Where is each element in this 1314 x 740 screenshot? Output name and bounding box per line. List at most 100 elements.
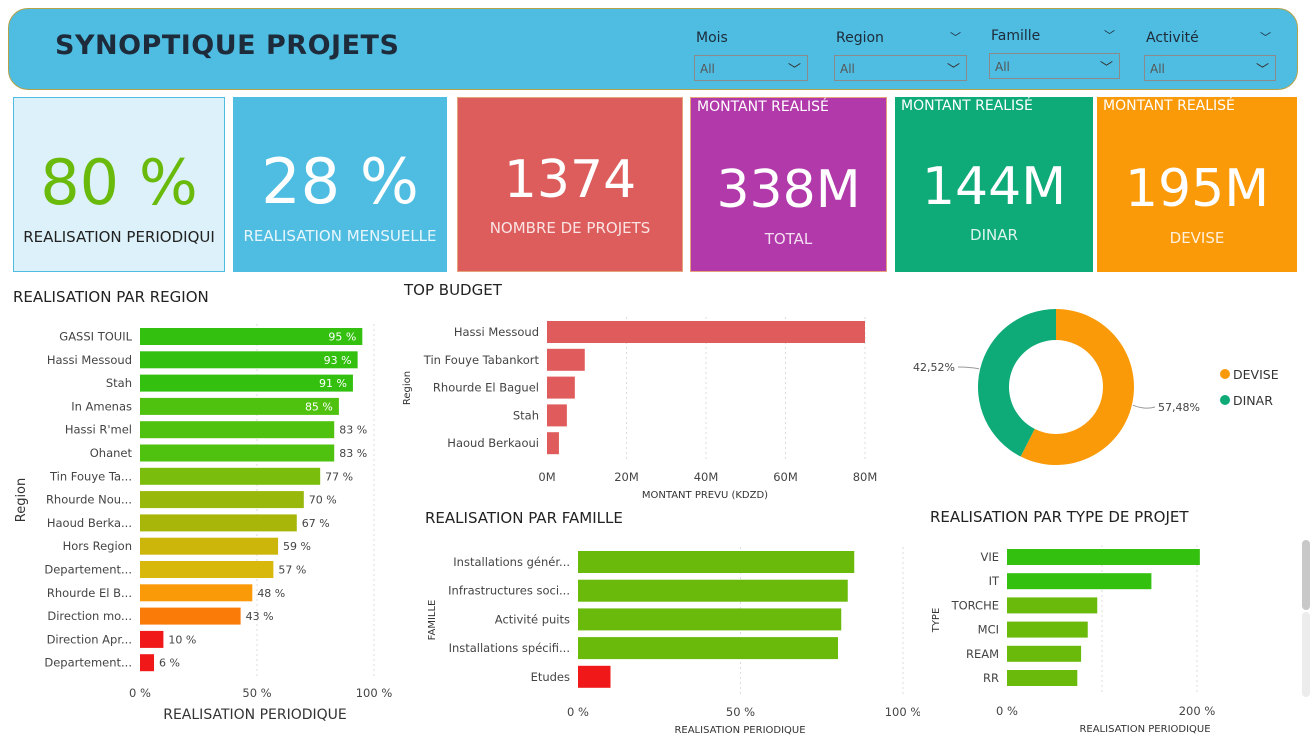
- slicer-famille-dropdown[interactable]: All ﹀: [989, 53, 1120, 79]
- bar: [578, 579, 848, 602]
- x-tick-label: 80M: [853, 470, 878, 484]
- bar: [1007, 670, 1078, 686]
- y-tick-label: Rhourde Nou...: [46, 493, 132, 507]
- card-montant-dinar: MONTANT REALISÉ 144M DINAR: [895, 97, 1093, 272]
- y-tick-label: Activité puits: [495, 612, 570, 626]
- y-tick-label: Haoud Berkaoui: [447, 436, 539, 450]
- bar: [547, 348, 585, 371]
- slicer-famille-value: All: [995, 60, 1010, 74]
- legend-label: DEVISE: [1233, 367, 1279, 382]
- bar: [140, 584, 253, 602]
- y-tick-label: IT: [989, 574, 1000, 588]
- slicer-region-value: All: [840, 62, 855, 76]
- card-nombre-projets: 1374 NOMBRE DE PROJETS: [457, 97, 683, 272]
- y-tick-label: REAM: [966, 647, 999, 661]
- slicer-activite-dropdown[interactable]: All ﹀: [1144, 55, 1276, 81]
- x-tick-label: 100 %: [356, 686, 393, 700]
- bar: [140, 654, 155, 672]
- card-value: 195M: [1124, 159, 1270, 219]
- scrollbar-thumb[interactable]: [1302, 540, 1310, 610]
- slicer-mois-dropdown[interactable]: All ﹀: [694, 55, 808, 81]
- card-realisation-mensuelle: 28 % REALISATION MENSUELLE: [233, 97, 447, 272]
- data-label: 6 %: [159, 657, 180, 670]
- bar: [578, 551, 855, 573]
- y-tick-label: Stah: [513, 408, 539, 422]
- bar: [140, 467, 321, 485]
- slicer-activite-value: All: [1150, 62, 1165, 76]
- bar: [140, 514, 297, 532]
- card-value: 28 %: [261, 145, 419, 218]
- data-label: 67 %: [302, 517, 330, 530]
- card-label: REALISATION MENSUELLE: [243, 227, 437, 245]
- card-header: MONTANT REALISÉ: [901, 98, 1033, 114]
- data-label: 91 %: [319, 377, 347, 390]
- y-tick-label: VIE: [980, 550, 999, 564]
- bar: [140, 444, 335, 462]
- bar: [140, 607, 241, 625]
- x-tick-label: 40M: [694, 470, 719, 484]
- chevron-down-icon: ﹀: [787, 63, 801, 78]
- card-header: MONTANT REALISÉ: [1103, 98, 1235, 114]
- data-label: 70 %: [309, 494, 337, 507]
- data-label: 83 %: [339, 424, 367, 437]
- bar: [1007, 597, 1098, 614]
- chevron-down-icon[interactable]: ﹀: [1260, 29, 1271, 45]
- y-tick-label: Infrastructures soci...: [448, 584, 570, 598]
- x-tick-label: 50 %: [242, 686, 271, 700]
- x-axis-label: REALISATION PERIODIQUE: [1079, 724, 1210, 735]
- data-label: 10 %: [168, 633, 196, 646]
- chart-title-famille: REALISATION PAR FAMILLE: [425, 509, 623, 527]
- bar: [1007, 573, 1152, 590]
- card-value: 1374: [503, 150, 637, 210]
- chevron-down-icon[interactable]: ﹀: [950, 29, 961, 45]
- bar: [547, 404, 567, 427]
- slicer-activite-label: Activité: [1146, 30, 1199, 46]
- card-header: MONTANT REALISÉ: [697, 99, 829, 115]
- y-axis-label: Region: [14, 478, 29, 523]
- data-label: 77 %: [325, 470, 353, 483]
- y-tick-label: Etudes: [531, 670, 570, 684]
- card-montant-devise: MONTANT REALISÉ 195M DEVISE: [1097, 97, 1297, 272]
- slicer-mois-value: All: [700, 62, 715, 76]
- slicer-region-label: Region: [836, 30, 884, 46]
- x-tick-label: 0 %: [996, 704, 1018, 718]
- card-realisation-periodique: 80 % REALISATION PERIODIQUI: [13, 97, 225, 272]
- y-tick-label: Direction Apr...: [47, 632, 132, 646]
- data-label: 85 %: [305, 400, 333, 413]
- chart-realisation-par-type: VIE IT TORCHE MCI REAM RR 0 % 200 % REALISATION …: [931, 545, 1215, 735]
- x-tick-label: 100 %: [885, 705, 920, 719]
- chart-title-budget: TOP BUDGET: [404, 281, 502, 299]
- y-tick-label: MCI: [978, 623, 999, 637]
- y-tick-label: Installations spécifi...: [449, 641, 570, 655]
- chevron-down-icon: ﹀: [1255, 63, 1269, 78]
- x-tick-label: 0 %: [129, 686, 151, 700]
- chevron-down-icon: ﹀: [946, 63, 960, 78]
- y-tick-label: RR: [983, 671, 999, 685]
- y-tick-label: Direction mo...: [47, 609, 132, 623]
- chart-top-budget: Hassi Messoud Tin Fouye Tabankort Rhourde …: [402, 317, 878, 501]
- chevron-down-icon[interactable]: ﹀: [1104, 27, 1115, 43]
- scrollbar-track[interactable]: [1302, 612, 1310, 697]
- y-tick-label: GASSI TOUIL: [59, 330, 132, 344]
- bar: [578, 608, 842, 631]
- y-tick-label: Installations génér...: [453, 555, 570, 569]
- y-tick-label: In Amenas: [71, 399, 132, 413]
- bar: [578, 637, 838, 660]
- slicer-mois-label: Mois: [696, 30, 728, 46]
- card-label: DINAR: [970, 226, 1018, 244]
- card-value: 80 %: [40, 146, 198, 219]
- bar: [1007, 621, 1088, 638]
- y-tick-label: Ohanet: [90, 446, 133, 460]
- y-tick-label: Tin Fouye Ta...: [49, 469, 132, 483]
- slicer-region-dropdown[interactable]: All ﹀: [834, 55, 967, 81]
- bar: [140, 537, 279, 555]
- y-tick-label: Tin Fouye Tabankort: [423, 353, 540, 367]
- data-label: 59 %: [283, 540, 311, 553]
- y-axis-label: Region: [402, 371, 413, 405]
- bar: [578, 665, 611, 688]
- card-value: 144M: [921, 157, 1067, 217]
- data-label: 43 %: [246, 610, 274, 623]
- chart-title-type: REALISATION PAR TYPE DE PROJET: [930, 508, 1189, 526]
- bar: [140, 421, 335, 439]
- card-label: REALISATION PERIODIQUI: [23, 228, 215, 246]
